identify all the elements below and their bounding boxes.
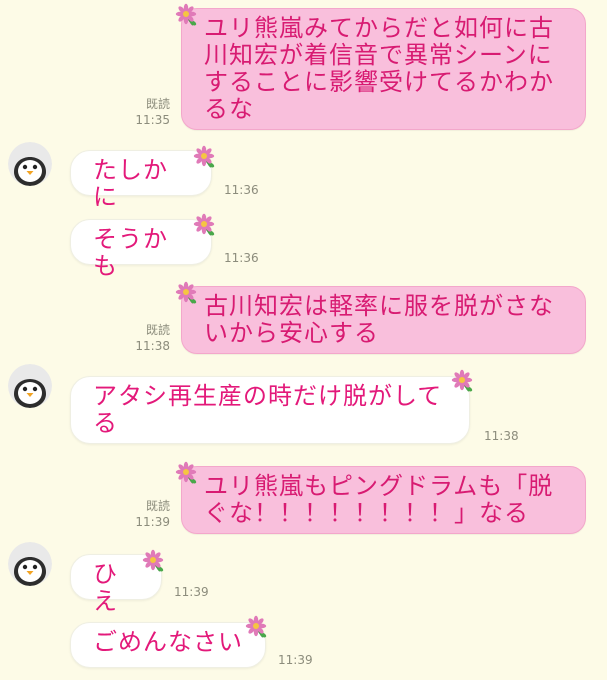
message-bubble[interactable]: たしかに — [70, 150, 212, 211]
read-receipt: 既読 — [145, 499, 170, 513]
timestamp: 11:39 — [278, 653, 313, 667]
chat-thread[interactable]: 既読 11:35 ユリ熊嵐みてからだと如何に古川知宏が着信音で異常シーンにするこ… — [0, 0, 607, 680]
message-bubble[interactable]: 古川知宏は軽率に服を脱がさないから安心する — [181, 286, 586, 354]
timestamp: 11:36 — [224, 251, 259, 265]
penguin-avatar-icon[interactable] — [8, 542, 52, 586]
timestamp: 11:38 — [484, 429, 519, 443]
read-receipt: 既読 — [145, 97, 170, 111]
timestamp: 11:38 — [135, 339, 170, 353]
timestamp: 11:36 — [224, 183, 259, 197]
flower-icon — [450, 368, 474, 392]
timestamp: 11:35 — [135, 113, 170, 127]
message-bubble[interactable]: ユリ熊嵐もピングドラムも「脱ぐな！！！！！！！！」なる — [181, 466, 586, 534]
timestamp: 11:39 — [135, 515, 170, 529]
flower-icon — [174, 2, 198, 26]
message-bubble[interactable]: そうかも — [70, 219, 212, 280]
message-bubble[interactable]: アタシ再生産の時だけ脱がしてる — [70, 376, 470, 444]
flower-icon — [192, 144, 216, 168]
flower-icon — [174, 280, 198, 304]
message-bubble[interactable]: ごめんなさい — [70, 622, 266, 668]
read-receipt: 既読 — [145, 323, 170, 337]
message-bubble[interactable]: ユリ熊嵐みてからだと如何に古川知宏が着信音で異常シーンにすることに影響受けてるか… — [181, 8, 586, 130]
flower-icon — [174, 460, 198, 484]
penguin-avatar-icon[interactable] — [8, 364, 52, 408]
flower-icon — [141, 548, 165, 572]
flower-icon — [244, 614, 268, 638]
timestamp: 11:39 — [174, 585, 209, 599]
flower-icon — [192, 212, 216, 236]
penguin-avatar-icon[interactable] — [8, 142, 52, 186]
